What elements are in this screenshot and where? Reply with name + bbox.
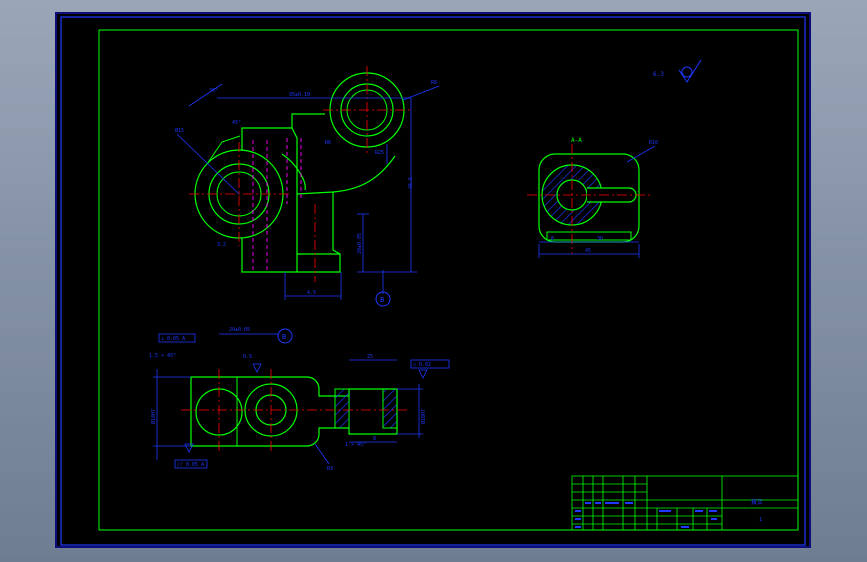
roughness-mark-1 bbox=[252, 363, 262, 373]
bottom-outline bbox=[190, 376, 398, 447]
dim-angle: 45° bbox=[232, 120, 241, 126]
neck-curve bbox=[281, 153, 306, 191]
dim-slot-bottom: 8 bbox=[373, 436, 376, 442]
roughness-mark-2 bbox=[418, 369, 428, 379]
tol-frame-1-text: ⊥ 0.05 A bbox=[161, 336, 185, 342]
roughness-mark-3 bbox=[184, 443, 194, 453]
roughness-symbol: 6.3 bbox=[653, 59, 702, 83]
tol-frame-3-text: ○ 0.02 bbox=[413, 362, 431, 368]
sleeve-hatch-right bbox=[382, 388, 398, 429]
dim-left-label: 3.2 bbox=[217, 242, 226, 248]
front-dimension-lines bbox=[176, 83, 440, 300]
dim-r-bottom: R3 bbox=[327, 466, 333, 472]
dim-radius-top: R8 bbox=[431, 80, 437, 86]
dim-right-height: 46.5 bbox=[408, 177, 414, 189]
section-marker-label: B bbox=[380, 296, 384, 304]
dim-right-bottom: Ø10H7 bbox=[420, 409, 427, 424]
section-view[interactable]: A-A 45 8 30 R10 bbox=[527, 137, 658, 258]
front-body-outline bbox=[241, 113, 396, 273]
dim-mid-bottom: 25 bbox=[367, 354, 373, 360]
dim-top-bottom: 20±0.05 bbox=[229, 327, 250, 333]
roughness-value: 6.3 bbox=[653, 71, 664, 78]
section-dim-left: 8 bbox=[551, 236, 554, 242]
title-block-drawing-title: 拨叉 bbox=[751, 498, 763, 506]
dim-phi-left: Ø15 bbox=[175, 127, 184, 134]
section-dim-total: 45 bbox=[585, 248, 591, 254]
dim-bottom-width: 4.5 bbox=[307, 290, 316, 296]
dim-top-angle: 30° bbox=[209, 88, 218, 94]
cad-drawing: 95±0.10 46.5 4.5 20±0.05 30° Ø15 R25 R6 … bbox=[60, 16, 806, 546]
sleeve-hatch-left bbox=[334, 388, 350, 429]
chamfer-2: 1 × 45° bbox=[345, 442, 366, 448]
section-dim-radius: R10 bbox=[649, 140, 658, 146]
title-block-sheet: 1 bbox=[759, 517, 762, 523]
bottom-section-marker-label: B bbox=[282, 333, 286, 341]
cad-viewport[interactable]: 95±0.10 46.5 4.5 20±0.05 30° Ø15 R25 R6 … bbox=[55, 12, 811, 548]
section-dim-right: 30 bbox=[597, 236, 603, 242]
section-lower-band bbox=[546, 231, 632, 241]
section-title: A-A bbox=[571, 137, 582, 144]
inner-frame bbox=[98, 29, 799, 531]
dim-radius-small: R6 bbox=[325, 140, 331, 146]
outer-frame bbox=[60, 16, 806, 546]
chamfer-1: 1.5 × 45° bbox=[149, 353, 176, 359]
dim-left-bottom: Ø14H7 bbox=[150, 409, 157, 424]
front-view[interactable]: 95±0.10 46.5 4.5 20±0.05 30° Ø15 R25 R6 … bbox=[175, 66, 440, 307]
bottom-view[interactable]: ⊥ 0.05 A // 0.05 A ○ 0.02 1.5 × 45° 1 × … bbox=[149, 327, 450, 472]
dim-radius-big: R25 bbox=[375, 150, 384, 156]
roughness-circle bbox=[681, 66, 693, 78]
dim-top-width: 95±0.10 bbox=[289, 92, 310, 98]
dim-small-bottom: 0.5 bbox=[243, 354, 252, 360]
tol-frame-2-text: // 0.05 A bbox=[177, 462, 204, 468]
dim-vertical-mid: 20±0.05 bbox=[357, 233, 363, 254]
